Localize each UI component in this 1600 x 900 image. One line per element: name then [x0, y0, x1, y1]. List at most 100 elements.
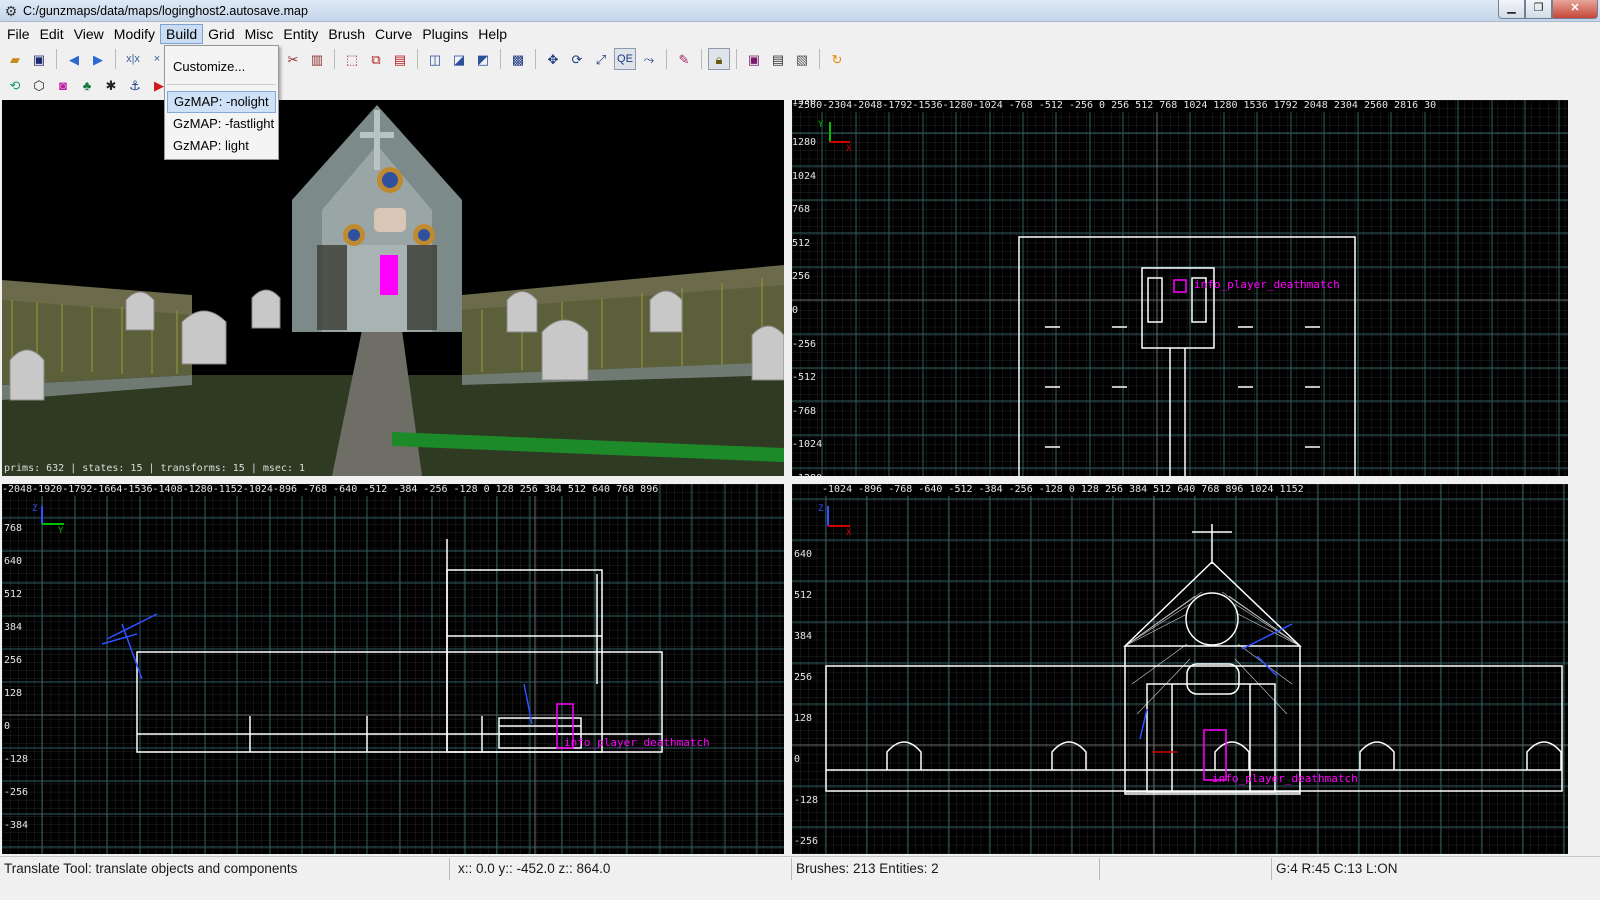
menu-misc[interactable]: Misc [240, 24, 279, 44]
clip-icon[interactable]: ✂ [282, 48, 304, 70]
xy-ortho-viewport[interactable]: -2560-2304-2048-1792-1536-1280-1024 -768… [792, 100, 1568, 476]
magenta-tool-icon[interactable]: ◙ [52, 74, 74, 96]
plugin-icon[interactable]: ↻ [826, 48, 848, 70]
csg-subtract-icon[interactable]: ◪ [448, 48, 470, 70]
build-run-icon[interactable]: ▥ [306, 48, 328, 70]
toolbar-separator [736, 49, 737, 69]
toolbar-separator [535, 49, 536, 69]
translate-icon[interactable]: ✥ [542, 48, 564, 70]
xz-y-label: -256 [794, 836, 819, 847]
yz-y-label: 128 [4, 688, 23, 699]
select-touching-icon[interactable]: ⧉ [365, 48, 387, 70]
xy-corner-label: 1536 [792, 100, 817, 107]
xz-entity-label: info_player_deathmatch [1212, 772, 1358, 785]
menu-curve[interactable]: Curve [370, 24, 417, 44]
build-fastlight-item[interactable]: GzMAP: -fastlight [167, 113, 276, 135]
xz-y-label: 384 [794, 631, 813, 642]
drag-icon[interactable]: ⤳ [638, 48, 660, 70]
build-customize-item[interactable]: Customize... [167, 56, 276, 78]
refresh-icon[interactable]: ⟲ [4, 74, 26, 96]
status-tool-hint: Translate Tool: translate objects and co… [0, 857, 450, 880]
xz-axis-y-label: Z [818, 504, 824, 514]
menu-edit[interactable]: Edit [35, 24, 69, 44]
menu-separator [167, 84, 276, 85]
scale-icon[interactable]: ⤢ [590, 48, 612, 70]
build-nolight-item[interactable]: GzMAP: -nolight [167, 91, 276, 113]
maximize-button[interactable]: ❐ [1525, 0, 1552, 19]
xy-y-label: 256 [792, 271, 811, 283]
menu-plugins[interactable]: Plugins [417, 24, 473, 44]
yz-axis-y-label: Z [32, 504, 38, 514]
texture-lock-icon[interactable]: ▩ [507, 48, 529, 70]
open-icon[interactable]: ▰ [4, 48, 26, 70]
bug-icon[interactable]: ✱ [100, 74, 122, 96]
surface-inspector-icon[interactable]: ▤ [767, 48, 789, 70]
yz-ruler-top: -2048-1920-1792-1664-1536-1408-1280-1152… [2, 484, 659, 496]
menu-file[interactable]: File [2, 24, 35, 44]
xy-y-label: 768 [792, 204, 811, 216]
xz-y-label: 128 [794, 713, 813, 724]
xy-ruler-top: -2560-2304-2048-1792-1536-1280-1024 -768… [792, 100, 1437, 112]
menu-brush[interactable]: Brush [323, 24, 370, 44]
yz-y-label: 768 [4, 523, 23, 534]
csg-merge-icon[interactable]: ◩ [472, 48, 494, 70]
status-bar: Translate Tool: translate objects and co… [0, 856, 1600, 880]
yz-y-label: -256 [4, 787, 29, 798]
xz-y-label: -128 [794, 795, 819, 806]
toolbar-separator [56, 49, 57, 69]
xy-y-label: 1280 [792, 137, 817, 148]
status-grid-info: G:4 R:45 C:13 L:ON [1276, 860, 1398, 876]
yz-grid [2, 484, 784, 854]
toolbar-separator [500, 49, 501, 69]
toolbar-separator [701, 49, 702, 69]
qe-tool-icon[interactable]: QE [614, 48, 636, 70]
yz-y-label: -384 [4, 820, 29, 831]
toolbar-separator [819, 49, 820, 69]
yz-entity-label: info_player_deathmatch [564, 736, 710, 749]
flip-x-icon[interactable]: x|x [122, 48, 144, 70]
xy-y-label: -1280 [792, 462, 822, 476]
xy-axis-y-label: Y [818, 120, 824, 130]
undo-icon[interactable]: ◀ [63, 48, 85, 70]
xy-entity-label: info_player_deathmatch [1194, 278, 1340, 291]
close-button[interactable]: ✕ [1552, 0, 1598, 19]
menu-grid[interactable]: Grid [203, 24, 239, 44]
redo-icon[interactable]: ▶ [87, 48, 109, 70]
rotate-icon[interactable]: ⟳ [566, 48, 588, 70]
select-inside-icon[interactable]: ▤ [389, 48, 411, 70]
xy-axis-x-label: X [846, 144, 852, 154]
build-light-item[interactable]: GzMAP: light [167, 135, 276, 157]
menu-view[interactable]: View [69, 24, 109, 44]
xz-y-label: 0 [794, 754, 801, 765]
tree-icon[interactable]: ♣ [76, 74, 98, 96]
minimize-button[interactable]: ▁ [1498, 0, 1525, 19]
horizontal-splitter[interactable] [0, 476, 1600, 484]
anchor-icon[interactable]: ⚓︎ [124, 74, 146, 96]
xz-ortho-viewport[interactable]: -1024 -896 -768 -640 -512 -384 -256 -128… [792, 484, 1568, 854]
texture-browser-icon[interactable]: ▧ [791, 48, 813, 70]
cube-icon[interactable]: ⬡ [28, 74, 50, 96]
patch-icon[interactable]: ✎ [673, 48, 695, 70]
xz-ruler-left: 640 512 384 256 128 0 -128 -256 [794, 534, 818, 854]
entity-list-icon[interactable]: ▣ [743, 48, 765, 70]
window-controls: ▁ ❐ ✕ [1498, 0, 1598, 19]
xy-grid [792, 100, 1568, 476]
camera-stats: prims: 632 | states: 15 | transforms: 15… [4, 463, 306, 474]
xy-y-label: 0 [792, 304, 799, 316]
app-gear-icon: ⚙ [4, 2, 18, 19]
menu-help[interactable]: Help [473, 24, 512, 44]
yz-ortho-viewport[interactable]: -2048-1920-1792-1664-1536-1408-1280-1152… [2, 484, 784, 854]
xy-y-label: -256 [792, 338, 817, 350]
yz-axis-x-label: Y [58, 526, 64, 536]
select-complete-icon[interactable]: ⬚ [341, 48, 363, 70]
menu-modify[interactable]: Modify [109, 24, 160, 44]
menu-entity[interactable]: Entity [278, 24, 323, 44]
xy-y-label: -768 [792, 405, 817, 417]
csg-hollow-icon[interactable]: ◫ [424, 48, 446, 70]
camera-viewport[interactable]: prims: 632 | states: 15 | transforms: 15… [2, 100, 784, 476]
status-counts: Brushes: 213 Entities: 2 [792, 857, 1100, 880]
yz-y-label: 256 [4, 655, 23, 666]
save-icon[interactable]: ▣ [28, 48, 50, 70]
lock-icon[interactable]: 🔒︎ [708, 48, 730, 70]
menu-build[interactable]: Build [160, 24, 204, 44]
